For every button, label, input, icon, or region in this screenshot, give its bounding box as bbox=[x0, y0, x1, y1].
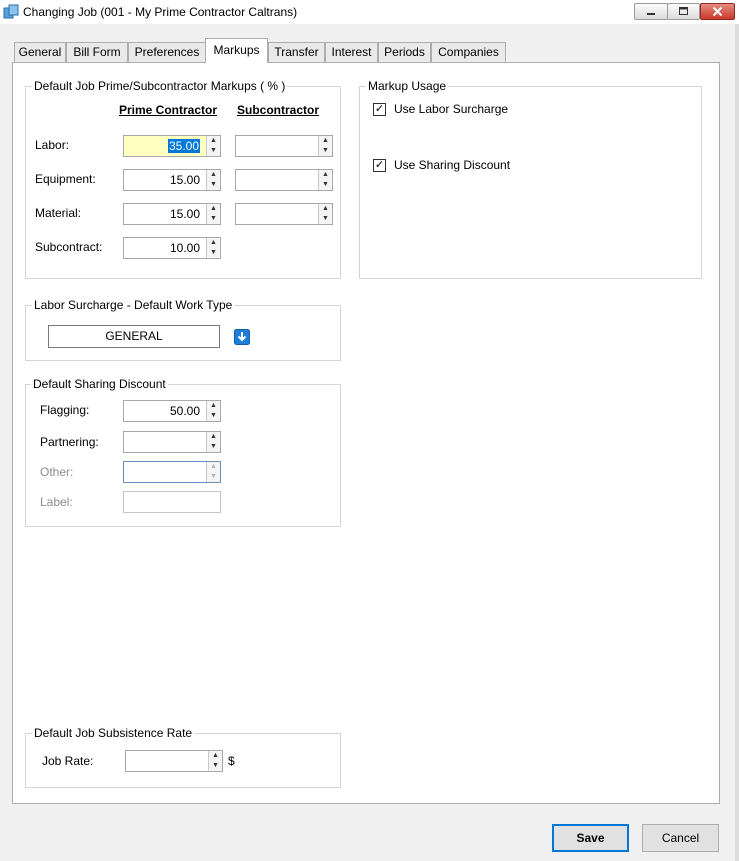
markups-legend: Default Job Prime/Subcontractor Markups … bbox=[32, 79, 288, 93]
tab-companies[interactable]: Companies bbox=[431, 42, 506, 62]
spin-down-icon[interactable]: ▼ bbox=[320, 180, 331, 189]
equipment-prime-spinner[interactable]: ▲ ▼ bbox=[206, 170, 220, 190]
flagging-label: Flagging: bbox=[40, 403, 90, 417]
spin-up-icon[interactable]: ▲ bbox=[208, 204, 219, 213]
material-prime-value: 15.00 bbox=[169, 207, 200, 221]
labor-surcharge-legend: Labor Surcharge - Default Work Type bbox=[32, 298, 235, 312]
labor-prime-input[interactable]: 35.00 ▲ ▼ bbox=[123, 135, 221, 157]
labor-sub-input[interactable]: ▲ ▼ bbox=[235, 135, 333, 157]
use-sharing-discount-checkbox[interactable]: ✓ bbox=[373, 159, 386, 172]
spin-down-icon[interactable]: ▼ bbox=[208, 146, 219, 155]
material-label: Material: bbox=[35, 206, 82, 220]
maximize-icon bbox=[679, 7, 688, 15]
equipment-sub-input[interactable]: ▲ ▼ bbox=[235, 169, 333, 191]
job-rate-input[interactable]: ▲ ▼ bbox=[125, 750, 223, 772]
other-label: Other: bbox=[40, 465, 74, 479]
title-bar: Changing Job (001 - My Prime Contractor … bbox=[0, 0, 739, 24]
spin-up-icon[interactable]: ▲ bbox=[208, 238, 219, 247]
subcontract-label: Subcontract: bbox=[35, 240, 103, 254]
spin-up-icon[interactable]: ▲ bbox=[208, 432, 219, 441]
material-sub-spinner[interactable]: ▲ ▼ bbox=[318, 204, 332, 224]
cancel-button[interactable]: Cancel bbox=[642, 824, 719, 852]
equipment-sub-spinner[interactable]: ▲ ▼ bbox=[318, 170, 332, 190]
labor-prime-value: 35.00 bbox=[167, 139, 200, 153]
label-field-label: Label: bbox=[40, 495, 73, 509]
spin-down-icon[interactable]: ▼ bbox=[208, 180, 219, 189]
subcontract-prime-value: 10.00 bbox=[169, 241, 200, 255]
flagging-input[interactable]: 50.00 ▲ ▼ bbox=[123, 400, 221, 422]
prime-contractor-header: Prime Contractor bbox=[119, 103, 218, 117]
other-spinner[interactable]: ▲ ▼ bbox=[206, 462, 220, 482]
partnering-spinner[interactable]: ▲ ▼ bbox=[206, 432, 220, 452]
subcontract-prime-spinner[interactable]: ▲ ▼ bbox=[206, 238, 220, 258]
job-rate-spinner[interactable]: ▲ ▼ bbox=[208, 751, 222, 771]
use-sharing-discount-label: Use Sharing Discount bbox=[394, 158, 511, 172]
app-icon bbox=[3, 4, 19, 19]
close-button[interactable] bbox=[700, 3, 735, 20]
spin-down-icon[interactable]: ▼ bbox=[208, 442, 219, 451]
tab-transfer[interactable]: Transfer bbox=[268, 42, 325, 62]
tab-general[interactable]: General bbox=[14, 42, 66, 62]
tab-interest[interactable]: Interest bbox=[325, 42, 378, 62]
partnering-input[interactable]: ▲ ▼ bbox=[123, 431, 221, 453]
window-title: Changing Job (001 - My Prime Contractor … bbox=[23, 5, 298, 19]
spin-up-icon[interactable]: ▲ bbox=[208, 462, 219, 471]
spin-up-icon[interactable]: ▲ bbox=[208, 401, 219, 410]
material-prime-input[interactable]: 15.00 ▲ ▼ bbox=[123, 203, 221, 225]
spin-up-icon[interactable]: ▲ bbox=[320, 170, 331, 179]
labor-sub-spinner[interactable]: ▲ ▼ bbox=[318, 136, 332, 156]
flagging-spinner[interactable]: ▲ ▼ bbox=[206, 401, 220, 421]
markup-usage-legend: Markup Usage bbox=[366, 79, 449, 93]
spin-down-icon[interactable]: ▼ bbox=[208, 472, 219, 481]
spin-down-icon[interactable]: ▼ bbox=[320, 146, 331, 155]
spin-up-icon[interactable]: ▲ bbox=[208, 136, 219, 145]
other-input[interactable]: ▲ ▼ bbox=[123, 461, 221, 483]
tab-bill-form[interactable]: Bill Form bbox=[66, 42, 128, 62]
currency-unit: $ bbox=[228, 754, 235, 768]
spin-down-icon[interactable]: ▼ bbox=[210, 761, 221, 770]
maximize-button[interactable] bbox=[667, 3, 700, 20]
subcontractor-header: Subcontractor bbox=[237, 103, 320, 117]
use-labor-surcharge-label: Use Labor Surcharge bbox=[394, 102, 509, 116]
spin-down-icon[interactable]: ▼ bbox=[208, 214, 219, 223]
spin-up-icon[interactable]: ▲ bbox=[320, 204, 331, 213]
spin-down-icon[interactable]: ▼ bbox=[208, 248, 219, 257]
use-labor-surcharge-checkbox[interactable]: ✓ bbox=[373, 103, 386, 116]
equipment-prime-value: 15.00 bbox=[169, 173, 200, 187]
sharing-discount-legend: Default Sharing Discount bbox=[31, 377, 168, 391]
spin-down-icon[interactable]: ▼ bbox=[208, 411, 219, 420]
close-icon bbox=[712, 6, 723, 17]
subcontract-prime-input[interactable]: 10.00 ▲ ▼ bbox=[123, 237, 221, 259]
labor-prime-spinner[interactable]: ▲ ▼ bbox=[206, 136, 220, 156]
tab-periods[interactable]: Periods bbox=[378, 42, 431, 62]
spin-up-icon[interactable]: ▲ bbox=[208, 170, 219, 179]
minimize-icon bbox=[647, 13, 655, 15]
arrow-down-icon[interactable] bbox=[234, 329, 250, 345]
work-type-field[interactable]: GENERAL bbox=[48, 325, 220, 348]
equipment-prime-input[interactable]: 15.00 ▲ ▼ bbox=[123, 169, 221, 191]
subsistence-legend: Default Job Subsistence Rate bbox=[32, 726, 195, 740]
labor-label: Labor: bbox=[35, 138, 70, 152]
minimize-button[interactable] bbox=[634, 3, 668, 20]
material-sub-input[interactable]: ▲ ▼ bbox=[235, 203, 333, 225]
window-edge bbox=[735, 24, 739, 861]
partnering-label: Partnering: bbox=[40, 435, 99, 449]
spin-up-icon[interactable]: ▲ bbox=[210, 751, 221, 760]
save-button[interactable]: Save bbox=[552, 824, 629, 852]
flagging-value: 50.00 bbox=[169, 404, 200, 418]
spin-down-icon[interactable]: ▼ bbox=[320, 214, 331, 223]
tab-preferences[interactable]: Preferences bbox=[128, 42, 206, 62]
equipment-label: Equipment: bbox=[35, 172, 96, 186]
job-rate-label: Job Rate: bbox=[42, 754, 94, 768]
material-prime-spinner[interactable]: ▲ ▼ bbox=[206, 204, 220, 224]
spin-up-icon[interactable]: ▲ bbox=[320, 136, 331, 145]
tab-markups[interactable]: Markups bbox=[205, 38, 268, 63]
label-input[interactable] bbox=[123, 491, 221, 513]
